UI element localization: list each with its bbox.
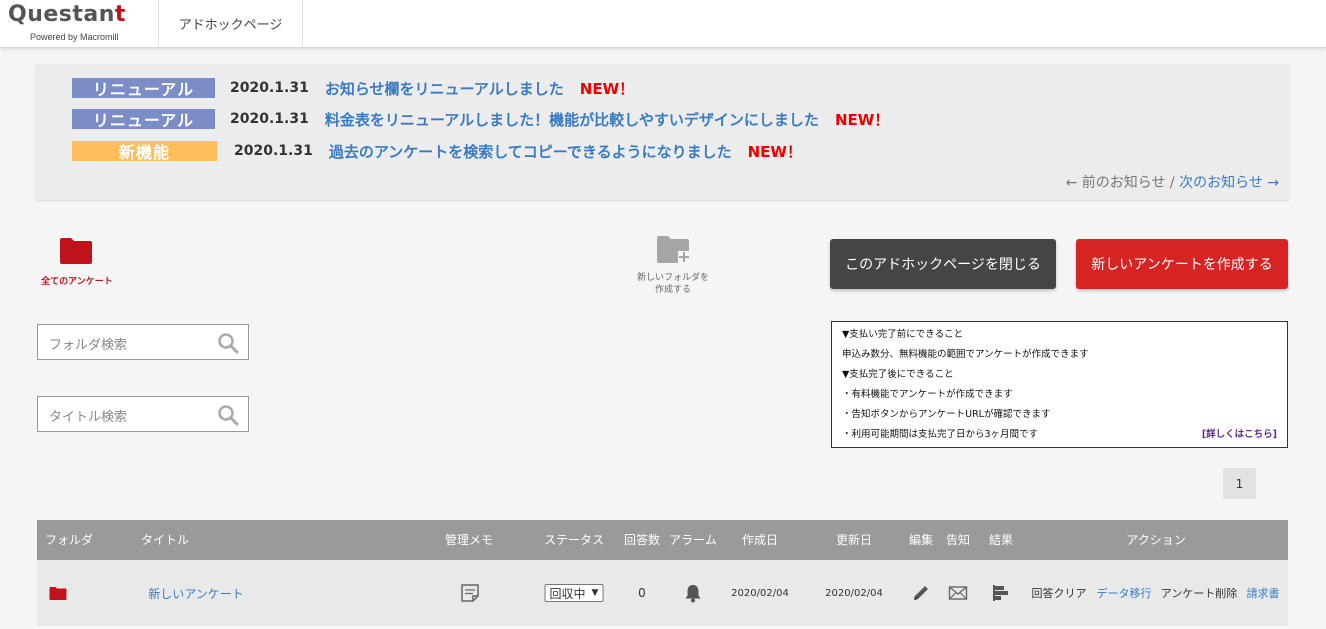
col-notice: 告知 [945, 533, 971, 547]
search-icon[interactable] [217, 332, 239, 354]
top-header: Questant Powered by Macromill アドホックページ [0, 0, 1326, 48]
search-icon[interactable] [217, 404, 239, 426]
status-value: 回収中 [549, 586, 586, 601]
news-item[interactable]: 新機能 2020.1.31 過去のアンケートを検索してコピーできるようになりまし… [72, 140, 802, 162]
add-folder-icon [657, 236, 690, 263]
col-edit: 編集 [908, 533, 934, 547]
news-link[interactable]: 過去のアンケートを検索してコピーできるようになりました [329, 141, 732, 162]
questant-logo[interactable]: Questant Powered by Macromill [8, 2, 138, 46]
news-date: 2020.1.31 [230, 80, 309, 96]
col-folder: フォルダ [44, 533, 94, 547]
memo-icon[interactable] [460, 560, 480, 626]
info-line: 申込み数分、無料機能の範囲でアンケートが作成できます [842, 349, 1089, 360]
clear-responses-button[interactable]: 回答クリア [1032, 560, 1087, 626]
bell-icon [685, 584, 701, 602]
all-surveys-label: 全てのアンケート [41, 277, 113, 287]
folder-search-input[interactable]: フォルダ検索 [37, 324, 249, 360]
col-memo: 管理メモ [444, 533, 494, 547]
response-count: 0 [638, 586, 646, 600]
folder-search-placeholder: フォルダ検索 [49, 338, 128, 353]
new-folder-label: 新しいフォルダを 作成する [628, 272, 718, 296]
info-line: ・告知ボタンからアンケートURLが確認できます [842, 409, 1051, 420]
news-date: 2020.1.31 [230, 111, 309, 127]
updated-date: 2020/02/04 [825, 587, 883, 599]
col-status: ステータス [543, 533, 605, 547]
notice-button[interactable] [948, 560, 968, 626]
next-news-link[interactable]: 次のお知らせ → [1179, 175, 1279, 191]
news-item[interactable]: リニューアル 2020.1.31 料金表をリニューアルしました！機能が比較しやす… [72, 108, 889, 130]
news-link[interactable]: お知らせ欄をリニューアルしました [325, 78, 564, 99]
news-item[interactable]: リニューアル 2020.1.31 お知らせ欄をリニューアルしました NEW！ [72, 77, 634, 99]
survey-table-header: フォルダ タイトル 管理メモ ステータス 回答数 アラーム 作成日 更新日 編集… [37, 520, 1288, 560]
status-select[interactable]: 回収中 ▼ [544, 560, 604, 626]
col-title: タイトル [140, 533, 190, 547]
new-badge: NEW！ [579, 79, 635, 98]
status-dropdown[interactable]: 回収中 ▼ [544, 584, 604, 602]
details-link[interactable]: [詳しくはこちら] [1202, 426, 1277, 440]
news-badge: リニューアル [72, 109, 215, 130]
mail-icon [948, 586, 968, 600]
col-created: 作成日 [741, 533, 779, 547]
page-number-button[interactable]: 1 [1223, 468, 1256, 499]
close-adhoc-page-button[interactable]: このアドホックページを閉じる [830, 239, 1056, 289]
col-responses: 回答数 [623, 533, 661, 547]
new-badge: NEW！ [834, 110, 890, 129]
col-updated: 更新日 [835, 533, 873, 547]
invoice-link[interactable]: 請求書 [1247, 560, 1280, 626]
table-row: 新しいアンケート 回収中 ▼ 0 2020/02/04 2020/02/04 回… [37, 560, 1288, 626]
survey-title-link[interactable]: 新しいアンケート [148, 560, 244, 626]
title-search-input[interactable]: タイトル検索 [37, 396, 249, 432]
col-alarm: アラーム [669, 533, 717, 547]
news-date: 2020.1.31 [234, 143, 313, 159]
payment-info-box: ▼支払い完了前にできること 申込み数分、無料機能の範囲でアンケートが作成できます… [831, 321, 1288, 448]
news-link[interactable]: 料金表をリニューアルしました！機能が比較しやすいデザインにしました [325, 109, 819, 130]
new-folder-button[interactable]: 新しいフォルダを 作成する [628, 236, 718, 298]
news-nav-separator: / [1165, 175, 1180, 191]
col-result: 結果 [988, 533, 1014, 547]
news-pagination: ← 前のお知らせ / 次のお知らせ → [1066, 172, 1279, 192]
chevron-down-icon: ▼ [591, 588, 599, 598]
logo-tagline: Powered by Macromill [30, 32, 119, 42]
folder-icon [49, 586, 67, 600]
all-surveys-folder[interactable]: 全てのアンケート [36, 238, 118, 288]
delete-survey-button[interactable]: アンケート削除 [1161, 560, 1238, 626]
row-folder[interactable] [49, 560, 67, 626]
prev-news-link[interactable]: ← 前のお知らせ [1066, 175, 1166, 191]
info-line: ▼支払い完了前にできること [842, 329, 964, 340]
info-line: ▼支払完了後にできること [842, 369, 954, 380]
col-action: アクション [1126, 533, 1186, 547]
new-folder-label-line1: 新しいフォルダを [636, 273, 709, 283]
news-badge: 新機能 [72, 141, 217, 162]
info-line: ・有料機能でアンケートが作成できます [842, 389, 1013, 400]
news-panel: リニューアル 2020.1.31 お知らせ欄をリニューアルしました NEW！ リ… [36, 64, 1289, 200]
edit-button[interactable] [912, 560, 930, 626]
pencil-icon [914, 586, 928, 600]
data-migrate-link[interactable]: データ移行 [1097, 560, 1152, 626]
new-folder-label-line2: 作成する [654, 285, 691, 295]
result-button[interactable] [992, 560, 1010, 626]
created-date: 2020/02/04 [731, 587, 789, 599]
alarm-button[interactable] [684, 560, 702, 626]
bar-chart-icon [993, 585, 1008, 601]
title-search-placeholder: タイトル検索 [49, 410, 128, 425]
header-page-tab[interactable]: アドホックページ [158, 0, 303, 47]
folder-icon [60, 238, 92, 264]
logo-wordmark: Questant [8, 2, 126, 27]
create-survey-button[interactable]: 新しいアンケートを作成する [1076, 239, 1288, 289]
new-badge: NEW！ [747, 142, 802, 161]
memo-icon [461, 584, 479, 602]
news-badge: リニューアル [72, 78, 215, 99]
